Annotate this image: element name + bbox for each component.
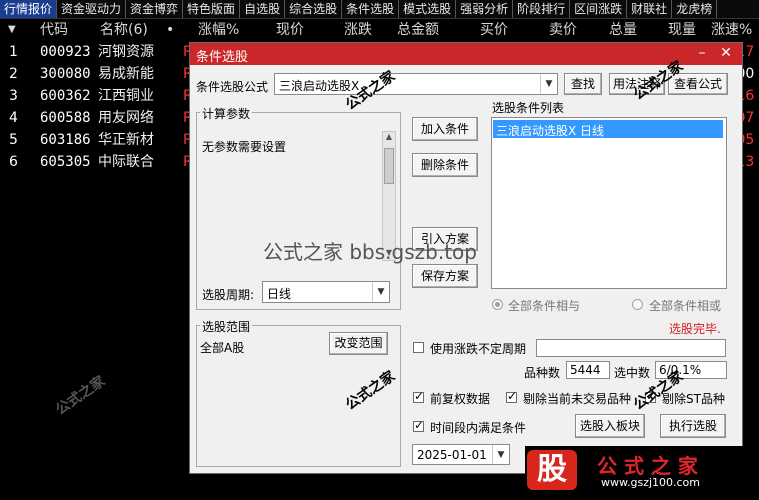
col-speed[interactable]: 涨速% (711, 19, 752, 41)
tab-condition-select[interactable]: 条件选股 (342, 0, 400, 18)
radio-all-and-label: 全部条件相与 (508, 299, 581, 313)
row-index: 1 (9, 44, 18, 60)
stock-code: 605305 (40, 154, 91, 170)
col-ask[interactable]: 卖价 (549, 19, 577, 41)
row-index: 2 (9, 66, 18, 82)
tab-quotes[interactable]: 行情报价 (0, 0, 58, 18)
col-dot: • (166, 22, 175, 38)
minimize-icon[interactable]: – (694, 45, 710, 61)
tab-range-change[interactable]: 区间涨跌 (570, 0, 628, 18)
count-field: 5444 (566, 361, 610, 379)
stock-code: 600362 (40, 88, 91, 104)
tab-pattern-select[interactable]: 模式选股 (399, 0, 457, 18)
period-satisfy-checkbox[interactable] (413, 418, 424, 432)
pre-adjust-checkbox[interactable] (413, 389, 424, 403)
radio-all-or-label: 全部条件相或 (649, 299, 722, 313)
scroll-up-icon[interactable]: ▲ (383, 132, 395, 144)
stock-name: 中际联合 (98, 154, 154, 170)
dialog-title-bar[interactable]: 条件选股 – ✕ (190, 43, 742, 65)
save-plan-button[interactable]: 保存方案 (412, 264, 478, 288)
period-select[interactable]: 日线 ▼ (262, 281, 390, 303)
period-label: 选股周期: (202, 288, 255, 302)
count-label: 品种数 (524, 366, 561, 380)
tab-composite-select[interactable]: 综合选股 (285, 0, 343, 18)
col-amount[interactable]: 总金额 (397, 19, 439, 41)
stock-name: 河钢资源 (98, 44, 154, 60)
period-satisfy-label: 时间段内满足条件 (430, 421, 527, 435)
exclude-untraded-checkbox[interactable] (506, 389, 517, 403)
calendar-dropdown-icon[interactable]: ▼ (492, 445, 509, 464)
tab-special-layout[interactable]: 特色版面 (183, 0, 241, 18)
tab-dragon-tiger[interactable]: 龙虎榜 (672, 0, 718, 18)
sort-arrow-icon[interactable]: ▼ (8, 19, 16, 41)
uncertain-period-label: 使用涨跌不定周期 (430, 342, 527, 356)
logo-text: 公 式 之 家 (597, 454, 698, 478)
dialog-title: 条件选股 (196, 50, 249, 65)
watermark-stamp: 公式之家 (53, 373, 109, 419)
range-value: 全部A股 (200, 341, 245, 355)
radio-all-and[interactable] (492, 299, 503, 310)
stock-name: 用友网络 (98, 110, 154, 126)
row-index: 6 (9, 154, 18, 170)
col-volume[interactable]: 总量 (609, 19, 637, 41)
formula-select[interactable]: 三浪启动选股X ▼ (274, 73, 558, 95)
selected-label: 选中数 (614, 366, 651, 380)
status-text: 选股完毕. (669, 322, 721, 336)
col-change-pct[interactable]: 涨幅% (198, 19, 239, 41)
radio-all-or[interactable] (632, 299, 643, 310)
chevron-down-icon[interactable]: ▼ (372, 282, 389, 302)
add-condition-button[interactable]: 加入条件 (412, 117, 478, 141)
row-index: 5 (9, 132, 18, 148)
row-index: 3 (9, 88, 18, 104)
date-picker[interactable]: 2025-01-01 ▼ (412, 444, 510, 465)
run-select-button[interactable]: 执行选股 (660, 414, 726, 438)
col-bid[interactable]: 买价 (480, 19, 508, 41)
range-group-title: 选股范围 (200, 318, 253, 335)
tab-fund-drive[interactable]: 资金驱动力 (57, 0, 127, 18)
tab-cls[interactable]: 财联社 (627, 0, 673, 18)
stock-name: 易成新能 (98, 66, 154, 82)
logo-url: www.gszj100.com (601, 476, 701, 489)
tab-fund-game[interactable]: 资金博弈 (126, 0, 184, 18)
exclude-untraded-label: 剔除当前未交易品种 (523, 392, 632, 406)
stock-name: 江西铜业 (98, 88, 154, 104)
pre-adjust-label: 前复权数据 (430, 392, 491, 406)
close-icon[interactable]: ✕ (718, 45, 734, 61)
column-header: ▼ 代码 名称(6) • 涨幅% 现价 涨跌 总金额 买价 卖价 总量 现量 涨… (0, 19, 759, 41)
stock-code: 300080 (40, 66, 91, 82)
stock-code: 000923 (40, 44, 91, 60)
list-item[interactable]: 三浪启动选股X 日线 (493, 120, 723, 138)
row-index: 4 (9, 110, 18, 126)
condition-list[interactable]: 三浪启动选股X 日线 (491, 117, 727, 289)
col-change[interactable]: 涨跌 (344, 19, 372, 41)
change-range-button[interactable]: 改变范围 (329, 332, 388, 355)
uncertain-period-field[interactable] (536, 339, 726, 357)
logo-badge: 股 (527, 450, 577, 490)
col-price[interactable]: 现价 (276, 19, 304, 41)
condition-list-label: 选股条件列表 (492, 101, 565, 115)
chevron-down-icon[interactable]: ▼ (540, 74, 557, 94)
center-watermark: 公式之家 bbs.gszb.top (263, 240, 477, 264)
top-tab-bar: 行情报价 资金驱动力 资金博弈 特色版面 自选股 综合选股 条件选股 模式选股 … (0, 0, 759, 19)
tab-watchlist[interactable]: 自选股 (240, 0, 286, 18)
col-name[interactable]: 名称(6) (100, 19, 148, 41)
params-group-title: 计算参数 (200, 105, 253, 122)
select-to-board-button[interactable]: 选股入板块 (575, 414, 645, 438)
tab-strength-analysis[interactable]: 强弱分析 (456, 0, 514, 18)
find-button[interactable]: 查找 (564, 73, 602, 95)
scrollbar-thumb[interactable] (384, 148, 394, 184)
tab-stage-ranking[interactable]: 阶段排行 (513, 0, 571, 18)
delete-condition-button[interactable]: 删除条件 (412, 153, 478, 177)
stock-code: 600588 (40, 110, 91, 126)
stock-code: 603186 (40, 132, 91, 148)
params-text: 无参数需要设置 (202, 140, 287, 154)
col-last-volume[interactable]: 现量 (668, 19, 696, 41)
site-logo: 股 公 式 之 家 www.gszj100.com (525, 446, 753, 494)
formula-label: 条件选股公式 (196, 80, 269, 94)
uncertain-period-checkbox[interactable] (413, 342, 424, 353)
col-code[interactable]: 代码 (40, 19, 68, 41)
stock-name: 华正新材 (98, 132, 154, 148)
